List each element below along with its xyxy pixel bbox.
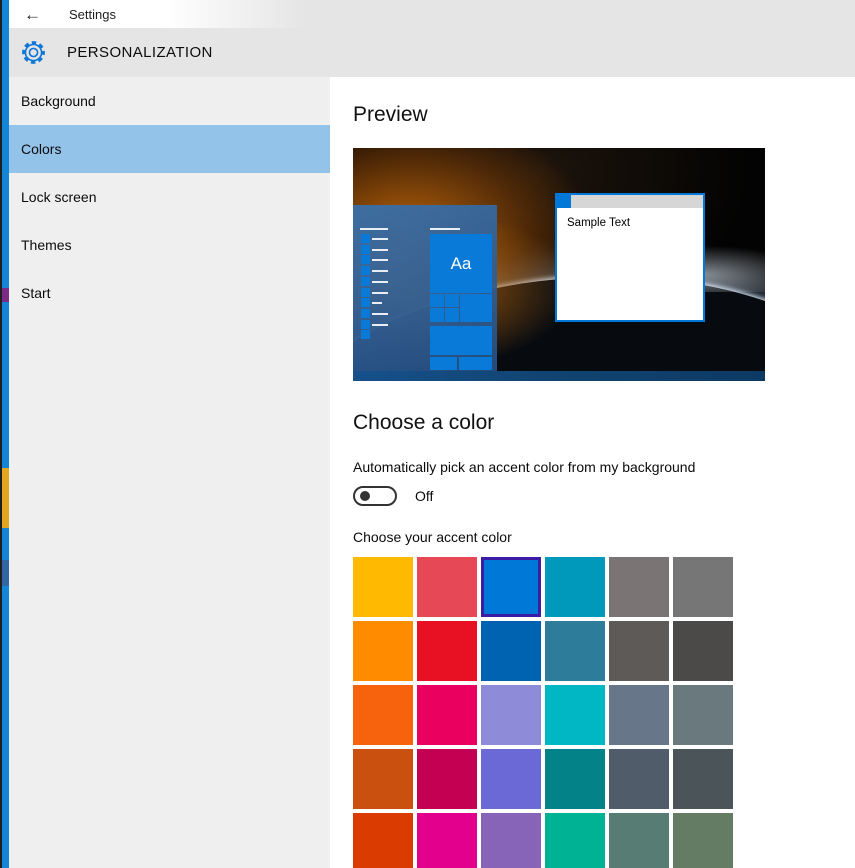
accent-swatch[interactable] (481, 621, 541, 681)
page-header: PERSONALIZATION (0, 28, 855, 77)
background-window-fragment (2, 288, 9, 302)
start-menu-item-square (361, 277, 370, 286)
accent-color-grid (353, 557, 733, 868)
start-tile-aa: Aa (430, 234, 492, 293)
start-menu-item-square (361, 245, 370, 254)
accent-swatch[interactable] (353, 621, 413, 681)
toggle-knob (360, 491, 370, 501)
start-menu-item-square (361, 298, 370, 307)
accent-swatch[interactable] (353, 813, 413, 868)
accent-swatch[interactable] (673, 685, 733, 745)
accent-swatch[interactable] (673, 749, 733, 809)
sidebar: BackgroundColorsLock screenThemesStart (0, 77, 330, 868)
accent-swatch[interactable] (545, 685, 605, 745)
window-header-region: ← Settings PERSONALIZATION (0, 0, 855, 77)
preview-image: Aa Sample Text (353, 148, 765, 381)
accent-swatch[interactable] (481, 813, 541, 868)
sample-window-text: Sample Text (557, 208, 703, 229)
accent-swatch[interactable] (609, 813, 669, 868)
sample-window-titlebar (557, 195, 703, 208)
start-tile (445, 294, 459, 307)
back-icon[interactable]: ← (24, 6, 41, 23)
accent-swatch[interactable] (417, 813, 477, 868)
sidebar-item-colors[interactable]: Colors (0, 125, 330, 173)
accent-swatch[interactable] (481, 685, 541, 745)
accent-swatch[interactable] (545, 557, 605, 617)
window-title: Settings (69, 7, 116, 22)
start-menu-item-line (372, 292, 388, 294)
accent-swatch[interactable] (545, 621, 605, 681)
accent-swatch[interactable] (545, 813, 605, 868)
start-menu-item-line (372, 324, 388, 326)
background-window-fragment (2, 560, 9, 586)
main-content: Preview Aa Sample Text Choose a color Au (330, 77, 855, 868)
start-menu-item-line (372, 313, 388, 315)
accent-swatch[interactable] (609, 621, 669, 681)
start-menu-item-square (361, 234, 370, 243)
start-menu-item-line (372, 238, 388, 240)
accent-swatch[interactable] (417, 621, 477, 681)
start-tile (460, 294, 492, 322)
accent-swatch[interactable] (481, 749, 541, 809)
accent-swatch[interactable] (417, 749, 477, 809)
accent-swatch-selected[interactable] (481, 557, 541, 617)
start-menu-preview: Aa (353, 205, 497, 371)
taskbar-preview (353, 371, 765, 381)
start-menu-item-square (361, 309, 370, 318)
accent-swatch[interactable] (353, 557, 413, 617)
accent-swatch[interactable] (417, 685, 477, 745)
accent-swatch[interactable] (609, 749, 669, 809)
choose-color-heading: Choose a color (353, 411, 494, 435)
sidebar-item-background[interactable]: Background (0, 77, 330, 125)
start-menu-item-square (361, 255, 370, 264)
accent-swatch[interactable] (417, 557, 477, 617)
start-menu-item-line (372, 302, 382, 304)
start-menu-item-line (372, 281, 388, 283)
sidebar-item-themes[interactable]: Themes (0, 221, 330, 269)
accent-swatch[interactable] (353, 685, 413, 745)
start-menu-item-square (361, 330, 370, 339)
start-menu-item-line (372, 259, 388, 261)
start-menu-item-square (361, 266, 370, 275)
start-tile (430, 294, 444, 307)
accent-swatch[interactable] (609, 557, 669, 617)
start-tile (430, 357, 457, 370)
auto-accent-toggle[interactable] (353, 486, 397, 506)
accent-color-label: Choose your accent color (353, 529, 512, 545)
accent-swatch[interactable] (673, 557, 733, 617)
accent-swatch[interactable] (673, 813, 733, 868)
start-menu-item-square (361, 320, 370, 329)
preview-heading: Preview (353, 103, 428, 127)
start-tile (445, 308, 459, 322)
start-tile (430, 308, 444, 322)
sample-window-preview: Sample Text (555, 193, 705, 322)
start-tile (430, 326, 492, 355)
start-menu-item-square (361, 288, 370, 297)
start-menu-item-line (372, 249, 388, 251)
accent-swatch[interactable] (545, 749, 605, 809)
start-tile (459, 357, 492, 370)
background-window-fragment (2, 468, 9, 528)
accent-swatch[interactable] (353, 749, 413, 809)
sidebar-item-lock-screen[interactable]: Lock screen (0, 173, 330, 221)
toggle-state-label: Off (415, 488, 433, 504)
start-menu-line (360, 228, 388, 230)
accent-swatch[interactable] (673, 621, 733, 681)
gear-icon (20, 39, 47, 66)
sidebar-item-start[interactable]: Start (0, 269, 330, 317)
sample-window-accent-square (557, 195, 571, 208)
start-menu-line (430, 228, 460, 230)
start-menu-item-line (372, 270, 388, 272)
accent-swatch[interactable] (609, 685, 669, 745)
auto-accent-label: Automatically pick an accent color from … (353, 459, 695, 475)
page-title: PERSONALIZATION (67, 44, 213, 61)
titlebar: ← Settings (0, 0, 855, 28)
background-window-edge-strip (2, 0, 9, 868)
